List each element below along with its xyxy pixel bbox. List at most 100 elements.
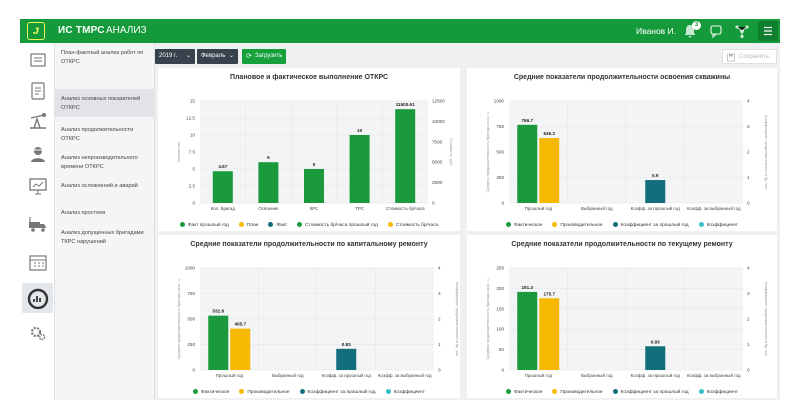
y-tick-label-left: 200: [496, 286, 504, 291]
chart-panel-development: Средние показатели продолжительности осв…: [467, 68, 777, 231]
load-button[interactable]: ⟳ Загрузить: [242, 49, 286, 64]
bar: [645, 180, 666, 203]
chat-icon[interactable]: [706, 21, 726, 41]
bar: [212, 171, 233, 203]
submenu-item[interactable]: Анализ простоев: [55, 207, 155, 219]
legend-marker: [387, 221, 393, 227]
y-tick-label-right: 0: [432, 201, 435, 206]
y-tick-label-left: 250: [187, 342, 195, 347]
x-tick-label: Коэфф. за прошлый год: [631, 373, 681, 378]
legend-item[interactable]: План: [238, 221, 258, 228]
legend-label: Фактическое: [514, 223, 543, 228]
filter-toolbar: 2019 г. ⌄ Февраль ⌄ ⟳ Загрузить Сохранить: [155, 43, 780, 65]
legend-item[interactable]: Коэффициент: [698, 388, 738, 395]
submenu-item[interactable]: Анализ непроизводительного времени ОТКРС: [55, 152, 155, 176]
submenu-item[interactable]: Анализ основных показателей ОТКРС: [55, 89, 155, 117]
truck-icon: [28, 217, 46, 232]
x-tick-label: Коэфф. за прошлый год: [631, 206, 681, 211]
year-select[interactable]: 2019 г. ⌄: [155, 49, 195, 64]
y-tick-label-right: 2: [747, 150, 750, 155]
user-name[interactable]: Иванов И.: [636, 26, 676, 36]
sidebar-nav-item[interactable]: [22, 317, 53, 347]
sidebar-nav-item[interactable]: [22, 247, 53, 277]
submenu-item[interactable]: Анализ осложнений и аварий: [55, 180, 155, 202]
legend-item[interactable]: Коэффициент: [698, 221, 738, 228]
calendar-icon: [28, 255, 47, 271]
submenu-item-label: Анализ основных показателей ОТКРС: [61, 96, 141, 111]
y-tick-label-left: 0: [501, 368, 504, 373]
legend-marker: [179, 221, 185, 227]
y-axis-title-right: Коэффициент продолжительности бр. час: [764, 115, 768, 190]
worker-icon: [30, 147, 45, 162]
legend-item[interactable]: Производительное: [239, 388, 290, 395]
month-select[interactable]: Февраль ⌄: [197, 49, 238, 64]
legend-item[interactable]: Стоимость бр/часа прошлый год: [297, 221, 378, 228]
save-button[interactable]: Сохранить: [722, 49, 777, 64]
sidebar-nav-item[interactable]: [22, 46, 53, 76]
y-tick-label-left: 500: [496, 150, 504, 155]
data-label: 4.67: [218, 164, 227, 169]
data-label: 0.9: [652, 173, 659, 178]
submenu-item-label: План-фактный анализ работ по ОТКРС: [61, 50, 144, 65]
legend-item[interactable]: Коэффициент за прошлый год: [612, 388, 689, 395]
y-tick-label-left: 7.5: [189, 150, 196, 155]
legend-item[interactable]: Стоимость бр/часа: [387, 221, 439, 228]
legend-item[interactable]: Фактическое: [506, 388, 542, 395]
x-tick-label: Освоение: [258, 206, 279, 211]
app-window: ᴊ ИС ТМРС АНАЛИЗ Иванов И. 3 › План-факт…: [20, 19, 780, 400]
y-axis-title-right: Коэффициент продолжительности бр. час: [455, 282, 459, 357]
sidebar-nav-item[interactable]: [22, 209, 53, 239]
y-tick-label-right: 5000: [432, 160, 443, 165]
chart-legend: Фактическое Производительное Коэффициент з…: [158, 388, 460, 395]
submenu-item[interactable]: План-фактный анализ работ по ОТКРС: [55, 47, 155, 73]
y-tick-label-right: 12500: [432, 99, 445, 104]
legend-label: Стоимость бр/часа: [395, 223, 439, 228]
network-icon[interactable]: [732, 21, 752, 41]
sidebar-nav-item[interactable]: [22, 283, 53, 313]
data-label: 6: [267, 155, 270, 160]
legend-item[interactable]: Коэффициент: [385, 388, 425, 395]
bar: [517, 291, 538, 370]
bar: [645, 346, 666, 370]
data-label: 5: [313, 162, 316, 167]
chart-legend: Фактическое Производительное Коэффициент з…: [467, 221, 777, 228]
sidebar-nav-item[interactable]: [22, 139, 53, 169]
current-repair-chart: 0 50 100 150 200 250 0 1 2 3 4 Прошлый год Выбранный…: [486, 266, 768, 379]
menu-button[interactable]: [758, 21, 778, 41]
legend-label: Коэффициент: [393, 390, 425, 395]
y-tick-label-right: 1: [747, 342, 750, 347]
legend-label: Коэффициент: [706, 223, 738, 228]
y-tick-label-right: 3: [438, 291, 441, 296]
sidebar-nav-item[interactable]: [22, 76, 53, 106]
legend-item[interactable]: Факт прошлый год: [179, 221, 229, 228]
legend-item[interactable]: Коэффициент за прошлый год: [299, 388, 376, 395]
submenu-item[interactable]: Анализ допущенных бригадами ТКРС нарушен…: [55, 227, 155, 249]
legend-item[interactable]: Фактическое: [506, 221, 543, 228]
sidebar-nav-item[interactable]: [22, 171, 53, 201]
bar: [208, 315, 229, 370]
sidebar-nav-item[interactable]: [22, 106, 53, 136]
submenu-item-label: Анализ осложнений и аварий: [61, 183, 138, 189]
legend-label: Фактическое: [201, 390, 230, 395]
y-tick-label-right: 4: [747, 266, 750, 271]
top-bar: ᴊ ИС ТМРС АНАЛИЗ Иванов И. 3: [20, 19, 780, 43]
y-axis-title-left: Средняя продолжительность бригадо-часа, …: [486, 278, 490, 359]
legend-item[interactable]: Производительное: [552, 221, 603, 228]
plan-fact-chart: 0 2.5 5 7.5 10 12.5 15 0 2500 5000 7500 10000 12500 К…: [177, 99, 453, 212]
legend-marker: [698, 221, 704, 227]
refresh-icon: ⟳: [246, 53, 252, 60]
legend-marker: [506, 388, 511, 394]
legend-item[interactable]: Фактическое: [193, 388, 230, 395]
legend-marker: [239, 388, 245, 394]
legend-item[interactable]: Производительное: [552, 388, 603, 395]
legend-item[interactable]: Коэффициент за прошлый год: [612, 221, 689, 228]
logo[interactable]: ᴊ: [27, 22, 45, 40]
x-tick-label: Коэфф. за выбранный год: [687, 206, 741, 211]
legend-label: Факт прошлый год: [187, 223, 229, 228]
legend-item[interactable]: Факт: [268, 221, 287, 228]
y-tick-label-right: 3: [747, 291, 750, 296]
y-tick-label-left: 10: [190, 133, 196, 138]
legend-marker: [297, 221, 303, 227]
data-label: 191.3: [522, 285, 534, 290]
submenu-item[interactable]: Анализ продолжительности ОТКРС: [55, 124, 155, 146]
